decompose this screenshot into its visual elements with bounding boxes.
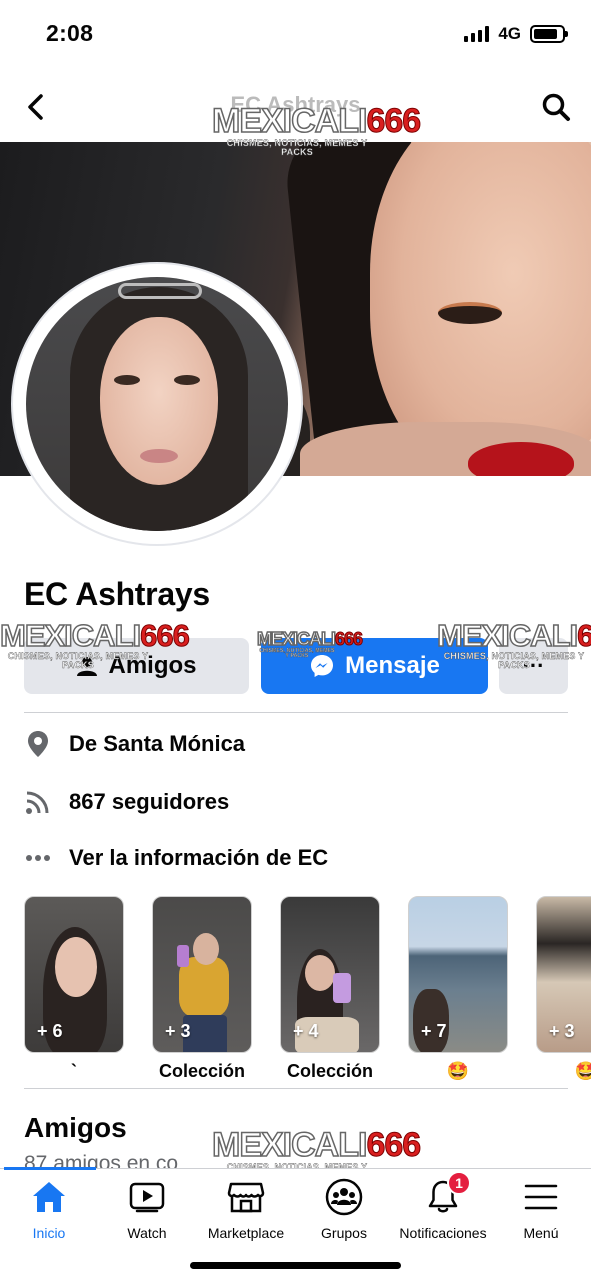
nav-notificaciones[interactable]: 1 Notificaciones bbox=[388, 1171, 498, 1241]
more-dots-icon bbox=[24, 844, 52, 872]
divider bbox=[24, 712, 568, 713]
signal-icon bbox=[464, 26, 490, 42]
battery-icon bbox=[530, 25, 568, 43]
active-tab-indicator bbox=[4, 1167, 96, 1170]
info-location: De Santa Mónica bbox=[24, 724, 245, 764]
highlight-count: + 3 bbox=[549, 1021, 575, 1041]
status-bar: 2:08 4G bbox=[0, 0, 591, 72]
notification-badge: 1 bbox=[447, 1171, 471, 1195]
profile-name: EC Ashtrays bbox=[24, 576, 210, 612]
menu-icon bbox=[521, 1177, 561, 1217]
nav-label: Inicio bbox=[32, 1225, 66, 1241]
watch-icon bbox=[127, 1177, 167, 1217]
friends-icon bbox=[77, 657, 98, 676]
about-link: Ver la información de EC bbox=[69, 845, 329, 870]
highlight-item[interactable]: + 3 🤩 bbox=[536, 896, 591, 1083]
highlight-item[interactable]: + 6 ` bbox=[24, 896, 124, 1083]
profile-actions: Amigos Mensaje ··· bbox=[24, 638, 568, 694]
nav-watch[interactable]: Watch bbox=[92, 1177, 202, 1241]
more-options-button[interactable]: ··· bbox=[499, 638, 568, 694]
rss-icon bbox=[24, 788, 52, 816]
profile-header: EC Ashtrays bbox=[0, 72, 591, 142]
groups-icon bbox=[324, 1177, 364, 1217]
messenger-icon bbox=[311, 655, 334, 677]
nav-grupos[interactable]: Grupos bbox=[289, 1177, 399, 1241]
nav-label: Menú bbox=[523, 1225, 559, 1241]
bell-icon: 1 bbox=[423, 1171, 471, 1217]
message-button[interactable]: Mensaje bbox=[261, 638, 488, 694]
highlight-label: ` bbox=[71, 1061, 77, 1081]
highlight-label: 🤩 bbox=[446, 1061, 470, 1081]
location-pin-icon bbox=[24, 730, 52, 758]
marketplace-icon bbox=[226, 1177, 266, 1217]
header-title: EC Ashtrays bbox=[230, 92, 361, 117]
home-icon bbox=[29, 1177, 69, 1217]
nav-label: Watch bbox=[127, 1225, 167, 1241]
highlight-count: + 4 bbox=[293, 1021, 319, 1041]
network-type: 4G bbox=[498, 24, 521, 43]
divider bbox=[24, 1088, 568, 1089]
friends-button-label: Amigos bbox=[108, 652, 197, 679]
featured-highlights: + 6 ` + 3 Colección + 4 Colección + 7 🤩 bbox=[24, 896, 591, 1086]
highlight-item[interactable]: + 4 Colección bbox=[280, 896, 380, 1083]
message-button-label: Mensaje bbox=[345, 652, 440, 679]
friends-button[interactable]: Amigos bbox=[24, 638, 249, 694]
highlight-item[interactable]: + 7 🤩 bbox=[408, 896, 508, 1083]
highlight-count: + 7 bbox=[421, 1021, 447, 1041]
nav-label: Marketplace bbox=[207, 1225, 285, 1241]
status-indicators: 4G bbox=[464, 24, 568, 44]
highlight-label: Colección bbox=[286, 1061, 374, 1081]
highlight-label: Colección bbox=[158, 1061, 246, 1081]
profile-avatar[interactable] bbox=[26, 277, 288, 531]
search-icon bbox=[542, 93, 570, 121]
location-text: De Santa Mónica bbox=[69, 731, 246, 756]
status-time: 2:08 bbox=[46, 20, 94, 46]
highlight-count: + 3 bbox=[165, 1021, 191, 1041]
home-indicator[interactable] bbox=[190, 1262, 401, 1269]
nav-inicio[interactable]: Inicio bbox=[0, 1177, 104, 1241]
nav-label: Grupos bbox=[321, 1225, 367, 1241]
search-button[interactable] bbox=[539, 90, 573, 124]
highlight-count: + 6 bbox=[37, 1021, 63, 1041]
nav-marketplace[interactable]: Marketplace bbox=[191, 1177, 301, 1241]
info-about[interactable]: Ver la información de EC bbox=[24, 838, 328, 878]
followers-text: 867 seguidores bbox=[69, 789, 230, 814]
highlight-label: 🤩 bbox=[574, 1061, 591, 1081]
info-followers[interactable]: 867 seguidores bbox=[24, 782, 229, 822]
highlight-item[interactable]: + 3 Colección bbox=[152, 896, 252, 1083]
nav-label: Notificaciones bbox=[399, 1225, 487, 1241]
friends-section-title: Amigos bbox=[24, 1112, 127, 1143]
nav-menu[interactable]: Menú bbox=[486, 1177, 591, 1241]
